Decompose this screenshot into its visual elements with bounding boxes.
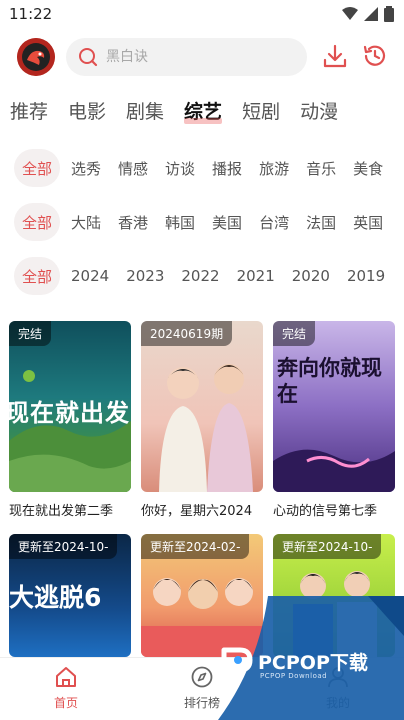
watermark-sub: PCPOP Download (260, 672, 328, 680)
search-input[interactable] (106, 38, 296, 76)
signal-icon (364, 7, 378, 21)
filter-genre-item[interactable]: 情感 (118, 158, 148, 179)
filter-year-item[interactable]: 2023 (126, 267, 164, 285)
show-card[interactable]: 完结 奔向你就现在 心动的信号第七季 (273, 321, 395, 519)
filter-genre-all[interactable]: 全部 (14, 149, 60, 187)
pcpop-logo-icon (221, 647, 253, 682)
filter-region-item[interactable]: 韩国 (165, 212, 195, 233)
search-bar[interactable] (66, 38, 307, 76)
filter-region-row: 全部 大陆 香港 韩国 美国 台湾 法国 英国 (0, 202, 404, 242)
poster-image[interactable]: 完结 奔向你就现在 (273, 321, 395, 492)
nav-home[interactable]: 首页 (31, 666, 101, 711)
pcpop-watermark: PCPOP下载 PCPOP Download (218, 596, 404, 720)
show-card[interactable]: 更新至2024-10- 大逃脱6 (9, 534, 131, 657)
filter-genre-item[interactable]: 美食 (353, 158, 383, 179)
status-time: 11:22 (9, 5, 53, 23)
status-badge: 完结 (9, 321, 52, 346)
filter-year-item[interactable]: 2022 (181, 267, 219, 285)
filter-year-row: 全部 2024 2023 2022 2021 2020 2019 (0, 256, 404, 296)
filter-genre-item[interactable]: 访谈 (165, 158, 195, 179)
poster-title-text: 奔向你就现在 (277, 356, 382, 406)
poster-art (159, 364, 253, 492)
header (0, 36, 404, 80)
nav-home-label: 首页 (53, 696, 78, 710)
status-icons (342, 6, 394, 22)
filter-genre-item[interactable]: 音乐 (306, 158, 336, 179)
category-tabs: 推荐 电影 剧集 综艺 短剧 动漫 (0, 92, 404, 132)
status-badge: 更新至2024-10- (273, 534, 382, 559)
filter-genre-item[interactable]: 播报 (212, 158, 242, 179)
tab-short-drama[interactable]: 短剧 (232, 92, 290, 132)
status-badge: 更新至2024-02- (141, 534, 250, 559)
poster-image[interactable]: 20240619期 (141, 321, 263, 492)
filter-region-item[interactable]: 台湾 (259, 212, 289, 233)
download-button[interactable] (322, 43, 348, 73)
show-card[interactable]: 完结 现在就出发 现在就出发第二季 (9, 321, 131, 519)
download-icon (323, 44, 347, 68)
status-badge: 20240619期 (141, 321, 233, 346)
status-badge: 完结 (273, 321, 316, 346)
battery-icon (384, 6, 394, 22)
watermark-brand: PCPOP下载 (258, 652, 368, 674)
filter-year-item[interactable]: 2021 (237, 267, 275, 285)
history-button[interactable] (362, 43, 388, 73)
dragon-logo-icon (17, 38, 55, 76)
filter-genre-item[interactable]: 选秀 (71, 158, 101, 179)
tab-series[interactable]: 剧集 (116, 92, 174, 132)
filter-region-item[interactable]: 美国 (212, 212, 242, 233)
tab-movie[interactable]: 电影 (58, 92, 116, 132)
compass-icon (191, 666, 213, 688)
filter-genre-row: 全部 选秀 情感 访谈 播报 旅游 音乐 美食 (0, 148, 404, 188)
filter-region-item[interactable]: 香港 (118, 212, 148, 233)
card-title[interactable]: 现在就出发第二季 (9, 500, 131, 519)
history-icon (363, 45, 386, 66)
card-title[interactable]: 心动的信号第七季 (273, 500, 395, 519)
filter-year-all[interactable]: 全部 (14, 257, 60, 295)
filter-region-item[interactable]: 法国 (306, 212, 336, 233)
wifi-icon (342, 7, 358, 20)
filter-region-all[interactable]: 全部 (14, 203, 60, 241)
tab-variety[interactable]: 综艺 (174, 92, 232, 132)
avatar[interactable] (17, 38, 55, 76)
filter-region-item[interactable]: 英国 (353, 212, 383, 233)
poster-image[interactable]: 完结 现在就出发 (9, 321, 131, 492)
status-badge: 更新至2024-10- (9, 534, 118, 559)
tab-anime[interactable]: 动漫 (290, 92, 348, 132)
poster-image[interactable]: 更新至2024-10- 大逃脱6 (9, 534, 131, 657)
status-bar: 11:22 (0, 0, 404, 30)
filter-region-item[interactable]: 大陆 (71, 212, 101, 233)
tab-recommend[interactable]: 推荐 (0, 92, 58, 132)
filter-year-item[interactable]: 2024 (71, 267, 109, 285)
home-icon (56, 667, 76, 687)
poster-title-text: 大逃脱6 (9, 583, 102, 612)
poster-title-text: 现在就出发 (9, 399, 130, 427)
filter-year-item[interactable]: 2019 (347, 267, 385, 285)
show-card[interactable]: 20240619期 你好，星期六2024 (141, 321, 263, 519)
filter-year-item[interactable]: 2020 (292, 267, 330, 285)
search-icon (79, 48, 98, 67)
card-title[interactable]: 你好，星期六2024 (141, 500, 263, 519)
filter-genre-item[interactable]: 旅游 (259, 158, 289, 179)
